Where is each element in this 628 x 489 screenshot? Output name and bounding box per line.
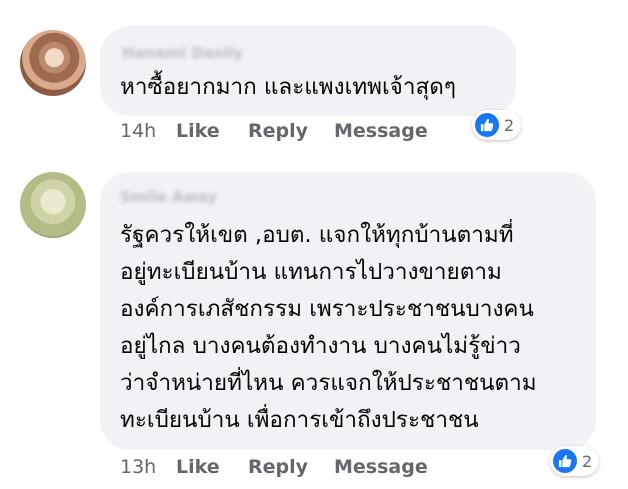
reply-button[interactable]: Reply	[248, 120, 334, 142]
comment-actions: 14h Like Reply Message	[120, 120, 428, 142]
like-button[interactable]: Like	[176, 456, 248, 478]
message-button[interactable]: Message	[334, 456, 428, 478]
comment-text: รัฐควรให้เขต ,อบต. แจกให้ทุกบ้านตามที่ อ…	[120, 222, 537, 433]
comment-timestamp[interactable]: 13h	[120, 456, 176, 478]
reaction-count: 2	[504, 115, 515, 135]
comment-bubble: Hanami Dasily หาซื้อยากมาก และแพงเทพเจ้า…	[100, 26, 516, 116]
comment-author[interactable]: Hanami Dasily	[122, 44, 243, 62]
reaction-summary[interactable]: 2	[472, 110, 522, 140]
comment-text: หาซื้อยากมาก และแพงเทพเจ้าสุดๆ	[120, 74, 456, 100]
commenter-avatar[interactable]	[20, 172, 86, 238]
reaction-summary[interactable]: 2	[550, 446, 600, 476]
comment-actions: 13h Like Reply Message	[120, 456, 428, 478]
reaction-count: 2	[582, 451, 593, 471]
like-icon	[475, 113, 499, 137]
comment-author[interactable]: Smile Away	[120, 188, 217, 206]
reply-button[interactable]: Reply	[248, 456, 334, 478]
comment-bubble: Smile Away รัฐควรให้เขต ,อบต. แจกให้ทุกบ…	[100, 172, 596, 450]
like-button[interactable]: Like	[176, 120, 248, 142]
like-icon	[553, 449, 577, 473]
message-button[interactable]: Message	[334, 120, 428, 142]
commenter-avatar[interactable]	[20, 30, 86, 96]
comment-timestamp[interactable]: 14h	[120, 120, 176, 142]
